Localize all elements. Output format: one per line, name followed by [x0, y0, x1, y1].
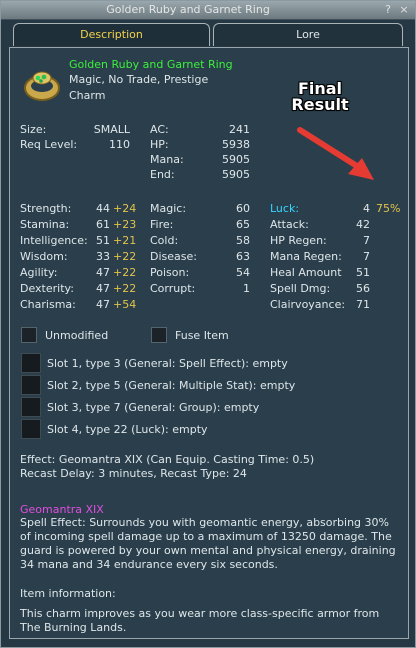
- slot-label: Slot 2, type 5 (General: Multiple Stat):…: [47, 379, 296, 392]
- title-bar[interactable]: Golden Ruby and Garnet Ring ? ×: [1, 1, 415, 20]
- stat-label: Attack:: [270, 218, 309, 231]
- stat-value: 33: [96, 250, 110, 263]
- resist-label: Fire:: [150, 218, 174, 231]
- stat-value: 7: [363, 234, 370, 247]
- item-info-text: This charm improves as you wear more cla…: [20, 607, 380, 634]
- hp-value: 5938: [222, 138, 250, 151]
- stat-bonus: +54: [113, 298, 137, 311]
- resist-value: 60: [236, 202, 250, 215]
- spell-name: Geomantra XIX: [20, 503, 104, 516]
- luck-percent: 75%: [376, 202, 401, 215]
- size-value: SMALL: [93, 123, 130, 136]
- resist-label: Corrupt:: [150, 282, 196, 295]
- stat-value: 7: [363, 250, 370, 263]
- stat-label: Stamina:: [20, 218, 70, 231]
- item-flags: Magic, No Trade, Prestige: [69, 73, 209, 86]
- stat-value: 47: [96, 266, 110, 279]
- luck-value: 4: [363, 202, 370, 215]
- tab-lore[interactable]: Lore: [213, 23, 403, 46]
- mana-label: Mana:: [150, 153, 184, 166]
- resist-label: Cold:: [150, 234, 179, 247]
- luck-label: Luck:: [270, 202, 300, 215]
- stat-value: 44: [96, 202, 110, 215]
- fuse-item-label: Fuse Item: [175, 329, 229, 342]
- stat-bonus: +24: [113, 202, 137, 215]
- resist-value: 63: [236, 250, 250, 263]
- annotation-line-2: Result: [291, 95, 349, 114]
- size-label: Size:: [20, 123, 47, 136]
- slot-label: Slot 1, type 3 (General: Spell Effect): …: [47, 357, 288, 370]
- help-button[interactable]: ?: [381, 3, 395, 17]
- stat-label: Intelligence:: [20, 234, 88, 247]
- unmodified-label: Unmodified: [45, 329, 109, 342]
- end-value: 5905: [222, 168, 250, 181]
- resist-value: 1: [243, 282, 250, 295]
- stat-label: Wisdom:: [20, 250, 68, 263]
- mana-value: 5905: [222, 153, 250, 166]
- effect-line: Effect: Geomantra XIX (Can Equip. Castin…: [20, 453, 315, 466]
- unmodified-checkbox[interactable]: [21, 327, 37, 343]
- fuse-item-checkbox[interactable]: [151, 327, 167, 343]
- stat-bonus: +23: [113, 218, 137, 231]
- resist-value: 65: [236, 218, 250, 231]
- stat-value: 47: [96, 282, 110, 295]
- slot-label: Slot 4, type 22 (Luck): empty: [47, 423, 208, 436]
- stat-value: 51: [356, 266, 370, 279]
- description-panel: Golden Ruby and Garnet Ring Magic, No Tr…: [9, 47, 409, 639]
- stat-value: 51: [96, 234, 110, 247]
- resist-label: Magic:: [150, 202, 187, 215]
- stat-value: 61: [96, 218, 110, 231]
- item-name: Golden Ruby and Garnet Ring: [69, 58, 233, 71]
- item-info-header: Item information:: [20, 587, 116, 600]
- augment-slot[interactable]: [21, 353, 41, 373]
- item-type: Charm: [69, 89, 106, 102]
- slot-label: Slot 3, type 7 (General: Group): empty: [47, 401, 260, 414]
- ac-label: AC:: [150, 123, 169, 136]
- augment-slot[interactable]: [21, 419, 41, 439]
- stat-label: Heal Amount: [270, 266, 342, 279]
- stat-value: 47: [96, 298, 110, 311]
- req-level-label: Req Level:: [20, 138, 78, 151]
- stat-label: Dexterity:: [20, 282, 74, 295]
- item-window: Golden Ruby and Garnet Ring ? × Descript…: [0, 0, 416, 648]
- spell-description: Spell Effect: Surrounds you with geomant…: [20, 516, 396, 571]
- resist-value: 58: [236, 234, 250, 247]
- recast-line: Recast Delay: 3 minutes, Recast Type: 24: [20, 467, 247, 480]
- hp-label: HP:: [150, 138, 169, 151]
- stat-label: Charisma:: [20, 298, 76, 311]
- stat-value: 71: [356, 298, 370, 311]
- stat-value: 42: [356, 218, 370, 231]
- final-result-annotation: Final Result: [284, 81, 356, 113]
- window-title: Golden Ruby and Garnet Ring: [106, 3, 270, 16]
- resist-label: Poison:: [150, 266, 190, 279]
- ac-value: 241: [229, 123, 250, 136]
- stat-label: HP Regen:: [270, 234, 327, 247]
- stat-label: Mana Regen:: [270, 250, 342, 263]
- req-level-value: 110: [109, 138, 130, 151]
- resist-value: 54: [236, 266, 250, 279]
- augment-slot[interactable]: [21, 375, 41, 395]
- augment-slot[interactable]: [21, 397, 41, 417]
- stat-bonus: +21: [113, 234, 137, 247]
- stat-label: Agility:: [20, 266, 58, 279]
- stat-label: Clairvoyance:: [270, 298, 346, 311]
- stat-bonus: +22: [113, 266, 137, 279]
- stat-label: Spell Dmg:: [270, 282, 331, 295]
- stat-value: 56: [356, 282, 370, 295]
- stat-bonus: +22: [113, 250, 137, 263]
- red-arrow-icon: [297, 127, 374, 180]
- stat-bonus: +22: [113, 282, 137, 295]
- resist-label: Disease:: [150, 250, 197, 263]
- ring-item-icon: [24, 71, 60, 101]
- stat-label: Strength:: [20, 202, 72, 215]
- close-button[interactable]: ×: [397, 3, 411, 17]
- tab-description[interactable]: Description: [13, 23, 210, 46]
- end-label: End:: [150, 168, 175, 181]
- tab-bar: Description Lore: [1, 19, 415, 47]
